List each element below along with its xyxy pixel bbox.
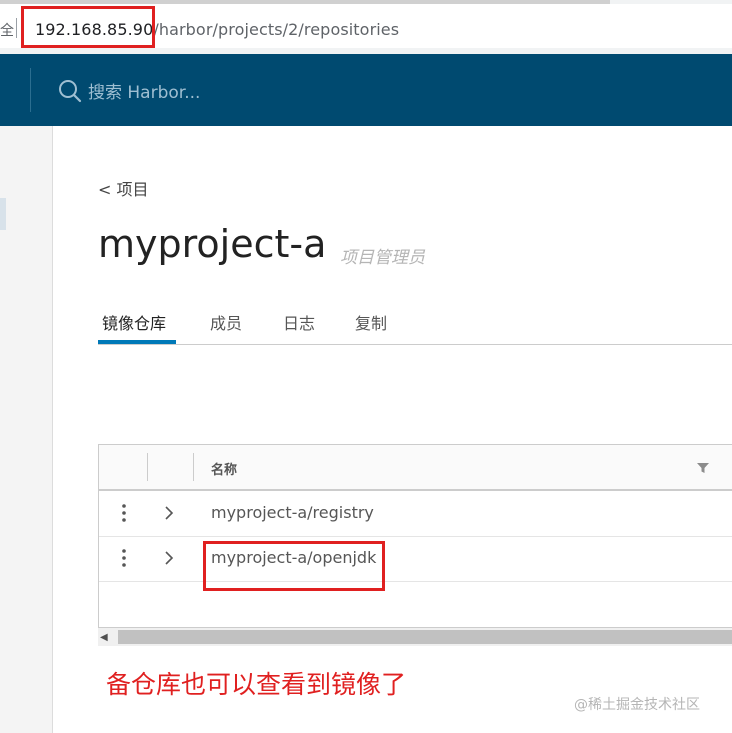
app-header: 搜索 Harbor... (0, 54, 732, 126)
url-path: /harbor/projects/2/repositories (153, 20, 400, 39)
tab-members[interactable]: 成员 (210, 310, 242, 334)
table-row[interactable]: myproject-a/openjdk (99, 536, 732, 582)
annotation-note: 备仓库也可以查看到镜像了 (106, 670, 407, 699)
annotation-box-url (21, 6, 155, 48)
row-actions-icon[interactable] (119, 548, 129, 568)
sidebar (0, 126, 53, 733)
header-divider (30, 68, 31, 112)
column-separator (147, 453, 148, 481)
column-separator (193, 453, 194, 481)
horizontal-scrollbar[interactable]: ◀ (98, 628, 732, 646)
tab-replication[interactable]: 复制 (355, 310, 387, 334)
page-title: myproject-a (98, 222, 327, 266)
chevron-right-icon[interactable] (163, 505, 175, 521)
datagrid-header: 名称 (99, 445, 732, 491)
active-tab-indicator (98, 340, 176, 344)
scroll-left-arrow-icon[interactable]: ◀ (100, 632, 108, 643)
back-to-projects-link[interactable]: < 项目 (98, 176, 149, 200)
column-header-name[interactable]: 名称 (211, 459, 237, 478)
tab-repositories[interactable]: 镜像仓库 (102, 310, 166, 334)
table-row[interactable]: myproject-a/registry (99, 491, 732, 537)
row-actions-icon[interactable] (119, 503, 129, 523)
search-input[interactable]: 搜索 Harbor... (88, 78, 200, 103)
repository-name[interactable]: myproject-a/registry (211, 503, 374, 522)
watermark: @稀土掘金技术社区 (574, 697, 700, 713)
security-indicator[interactable]: 全 (0, 20, 14, 40)
search-icon[interactable] (58, 79, 82, 103)
scrollbar-thumb[interactable] (118, 630, 732, 644)
chevron-right-icon[interactable] (163, 550, 175, 566)
tab-logs[interactable]: 日志 (283, 310, 315, 334)
sidebar-item-projects[interactable] (0, 198, 6, 230)
annotation-box-row (203, 541, 385, 591)
address-separator (16, 18, 17, 38)
project-role-badge: 项目管理员 (340, 248, 425, 268)
repository-datagrid: 名称 myproject-a/registry myproject-a/open… (98, 444, 732, 628)
project-tabs: 镜像仓库 成员 日志 复制 (98, 300, 732, 345)
filter-icon[interactable] (697, 462, 709, 474)
